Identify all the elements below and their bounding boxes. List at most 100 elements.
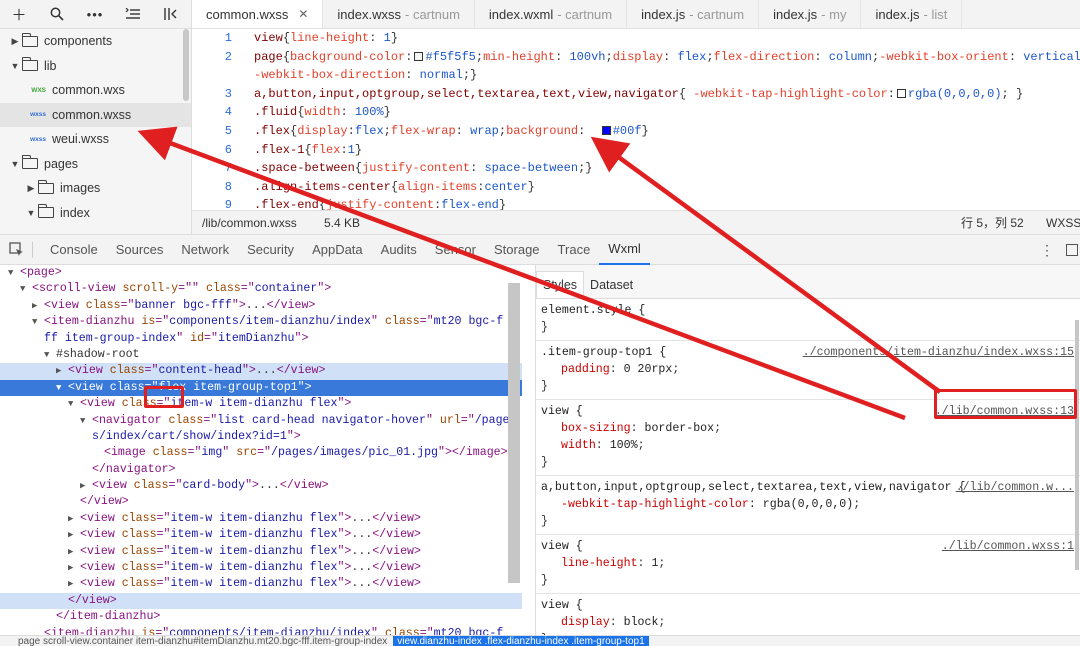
style-declaration[interactable]: padding: 0 20rpx; — [541, 361, 1075, 378]
expand-down-icon[interactable]: ▼ — [8, 265, 20, 281]
wxml-node[interactable]: ▶ <view class="item-w item-dianzhu flex">… — [0, 576, 522, 592]
wxml-node[interactable]: ▶ <view class="item-w item-dianzhu flex">… — [0, 527, 522, 543]
elements-scrollbar[interactable] — [508, 283, 520, 583]
sidebar-item[interactable]: ▶ components — [0, 29, 191, 54]
code-line[interactable]: 3 a,button,input,optgroup,select,textarea… — [192, 85, 1080, 104]
expand-right-icon[interactable]: ▶ — [68, 511, 80, 527]
sidebar-item[interactable]: wxss common.wxss — [0, 102, 191, 127]
code-line[interactable]: 1 view{line-height: 1} — [192, 29, 1080, 48]
expand-down-icon[interactable]: ▼ — [56, 380, 68, 396]
code-line[interactable]: 2 page{background-color: #f5f5f5;min-heigh… — [192, 48, 1080, 67]
expand-down-icon[interactable]: ▼ — [32, 314, 44, 330]
rule-source-link[interactable]: ./components/item-dianzhu/index.wxss:15 — [803, 344, 1074, 361]
wxml-node[interactable]: </view> — [0, 592, 522, 610]
more-icon[interactable]: ••• — [76, 0, 114, 29]
expand-down-icon[interactable]: ▼ — [80, 413, 92, 429]
sidebar-item[interactable]: wxss weui.wxss — [0, 127, 191, 152]
tab-console[interactable]: Console — [41, 234, 107, 265]
wxml-node[interactable]: <image class="img" src="/pages/images/pi… — [0, 445, 522, 461]
wxml-node[interactable]: </item-dianzhu> — [0, 609, 522, 625]
expand-right-icon[interactable]: ▶ — [80, 478, 92, 494]
wxml-node[interactable]: ▶ <view class="content-head">...</view> — [0, 363, 522, 380]
breadcrumb-path[interactable]: page scroll-view.container item-dianzhu#… — [0, 636, 393, 646]
tab-wxml[interactable]: Wxml — [599, 234, 650, 265]
plus-icon[interactable]: ＋ — [0, 0, 38, 29]
wxml-node[interactable]: ▶ <view class="banner bgc-fff">...</view> — [0, 298, 522, 314]
expand-right-icon[interactable]: ▶ — [32, 298, 44, 314]
expand-right-icon[interactable]: ▶ — [68, 576, 80, 592]
tab-styles[interactable]: Styles — [536, 271, 585, 298]
style-declaration[interactable]: line-height: 1; — [541, 555, 1075, 572]
expand-down-icon[interactable]: ▼ — [44, 347, 56, 363]
tab-network[interactable]: Network — [172, 234, 238, 265]
style-declaration[interactable]: width: 100%; — [541, 437, 1075, 454]
styles-scrollbar[interactable] — [1075, 320, 1079, 570]
collapse-icon[interactable] — [114, 0, 152, 29]
wxml-node[interactable]: ▶ <view class="card-body">...</view> — [0, 478, 522, 494]
rule-source-link[interactable]: ./lib/common.wxss:1 — [942, 538, 1074, 555]
search-icon[interactable] — [38, 0, 76, 29]
style-declaration[interactable]: -webkit-tap-highlight-color: rgba(0,0,0,… — [541, 496, 1075, 513]
sidebar-item[interactable]: ▼ index — [0, 201, 191, 226]
split-icon[interactable] — [152, 0, 190, 29]
code-line[interactable]: 6 .flex-1{flex:1} — [192, 141, 1080, 160]
expand-right-icon[interactable]: ▶ — [68, 527, 80, 543]
tab-sensor[interactable]: Sensor — [426, 234, 485, 265]
language-mode[interactable]: WXSS — [1046, 216, 1080, 230]
expand-right-icon[interactable]: ▶ — [56, 363, 68, 379]
wxml-node[interactable]: ▼ <scroll-view scroll-y="" class="contain… — [0, 281, 522, 297]
wxml-node[interactable]: ▼ <item-dianzhu is="components/item-dianz… — [0, 314, 522, 330]
wxml-node[interactable]: ff item-group-index" id="itemDianzhu"> — [0, 331, 522, 347]
expand-right-icon[interactable]: ▶ — [68, 544, 80, 560]
wxml-node[interactable]: ▼ <navigator class="list card-head naviga… — [0, 413, 522, 429]
tab-index-js[interactable]: index.js - cartnum — [627, 0, 760, 28]
wxml-node[interactable]: </navigator> — [0, 462, 522, 478]
tab-index-wxml[interactable]: index.wxml - cartnum — [475, 0, 628, 28]
tab-index-js[interactable]: index.js - my — [759, 0, 862, 28]
tab-appdata[interactable]: AppData — [303, 234, 372, 265]
tab-common-wxss[interactable]: common.wxss ✕ — [192, 0, 324, 28]
tab-index-js[interactable]: index.js - list — [861, 0, 963, 28]
tab-security[interactable]: Security — [238, 234, 303, 265]
sidebar-item[interactable]: WXS common.wxs — [0, 78, 191, 103]
sidebar-item[interactable]: ▼ pages — [0, 152, 191, 177]
style-declaration[interactable]: box-sizing: border-box; — [541, 420, 1075, 437]
code-line[interactable]: 9 .flex-end{justify-content:flex-end} — [192, 196, 1080, 210]
more-vert-icon[interactable]: ⋮ — [1040, 235, 1054, 266]
close-icon[interactable]: ✕ — [298, 7, 308, 21]
tab-trace[interactable]: Trace — [549, 234, 600, 265]
code-line[interactable]: -webkit-box-direction: normal;} — [192, 66, 1080, 85]
sidebar-item[interactable]: ▼ lib — [0, 54, 191, 79]
wxml-node[interactable]: ▼ <view class="flex item-group-top1"> — [0, 379, 522, 397]
wxml-node[interactable]: ▶ <view class="item-w item-dianzhu flex">… — [0, 511, 522, 527]
tab-sources[interactable]: Sources — [107, 234, 173, 265]
sidebar-item[interactable]: ▶ images — [0, 176, 191, 201]
wxml-node[interactable]: </view> — [0, 494, 522, 510]
breadcrumb-selected[interactable]: view.dianzhu-index .flex-dianzhu-index .… — [393, 636, 649, 646]
tab-index-wxss[interactable]: index.wxss - cartnum — [323, 0, 475, 28]
code-line[interactable]: 7 .space-between{justify-content: space-b… — [192, 159, 1080, 178]
dock-icon[interactable] — [1066, 244, 1078, 256]
wxml-node[interactable]: s/index/cart/show/index?id=1"> — [0, 429, 522, 445]
tab-storage[interactable]: Storage — [485, 234, 549, 265]
color-swatch[interactable] — [896, 88, 906, 98]
wxml-node[interactable]: ▼ <page> — [0, 265, 522, 281]
wxml-node[interactable]: <item-dianzhu is="components/item-dianzh… — [0, 626, 522, 635]
style-declaration[interactable]: display: block; — [541, 614, 1075, 631]
expand-down-icon[interactable]: ▼ — [68, 396, 80, 412]
code-line[interactable]: 5 .flex{display:flex;flex-wrap: wrap;back… — [192, 122, 1080, 141]
rule-source-link[interactable]: ./lib/common.w... — [956, 479, 1074, 496]
code-editor[interactable]: 1 view{line-height: 1} 2 page{background-co… — [192, 29, 1080, 210]
inspect-icon[interactable] — [0, 234, 32, 265]
expand-right-icon[interactable]: ▶ — [68, 560, 80, 576]
wxml-node[interactable]: ▼ <view class="item-w item-dianzhu flex"> — [0, 396, 522, 412]
wxml-node[interactable]: ▶ <view class="item-w item-dianzhu flex">… — [0, 560, 522, 576]
code-line[interactable]: 4 .fluid{width: 100%} — [192, 103, 1080, 122]
wxml-node[interactable]: ▶ <view class="item-w item-dianzhu flex">… — [0, 544, 522, 560]
color-swatch[interactable] — [414, 51, 424, 61]
code-line[interactable]: 8 .align-items-center{align-items:center} — [192, 178, 1080, 197]
tab-dataset[interactable]: Dataset — [584, 272, 639, 298]
tab-audits[interactable]: Audits — [372, 234, 426, 265]
color-swatch[interactable] — [601, 125, 611, 135]
sidebar-scrollbar[interactable] — [183, 29, 189, 101]
